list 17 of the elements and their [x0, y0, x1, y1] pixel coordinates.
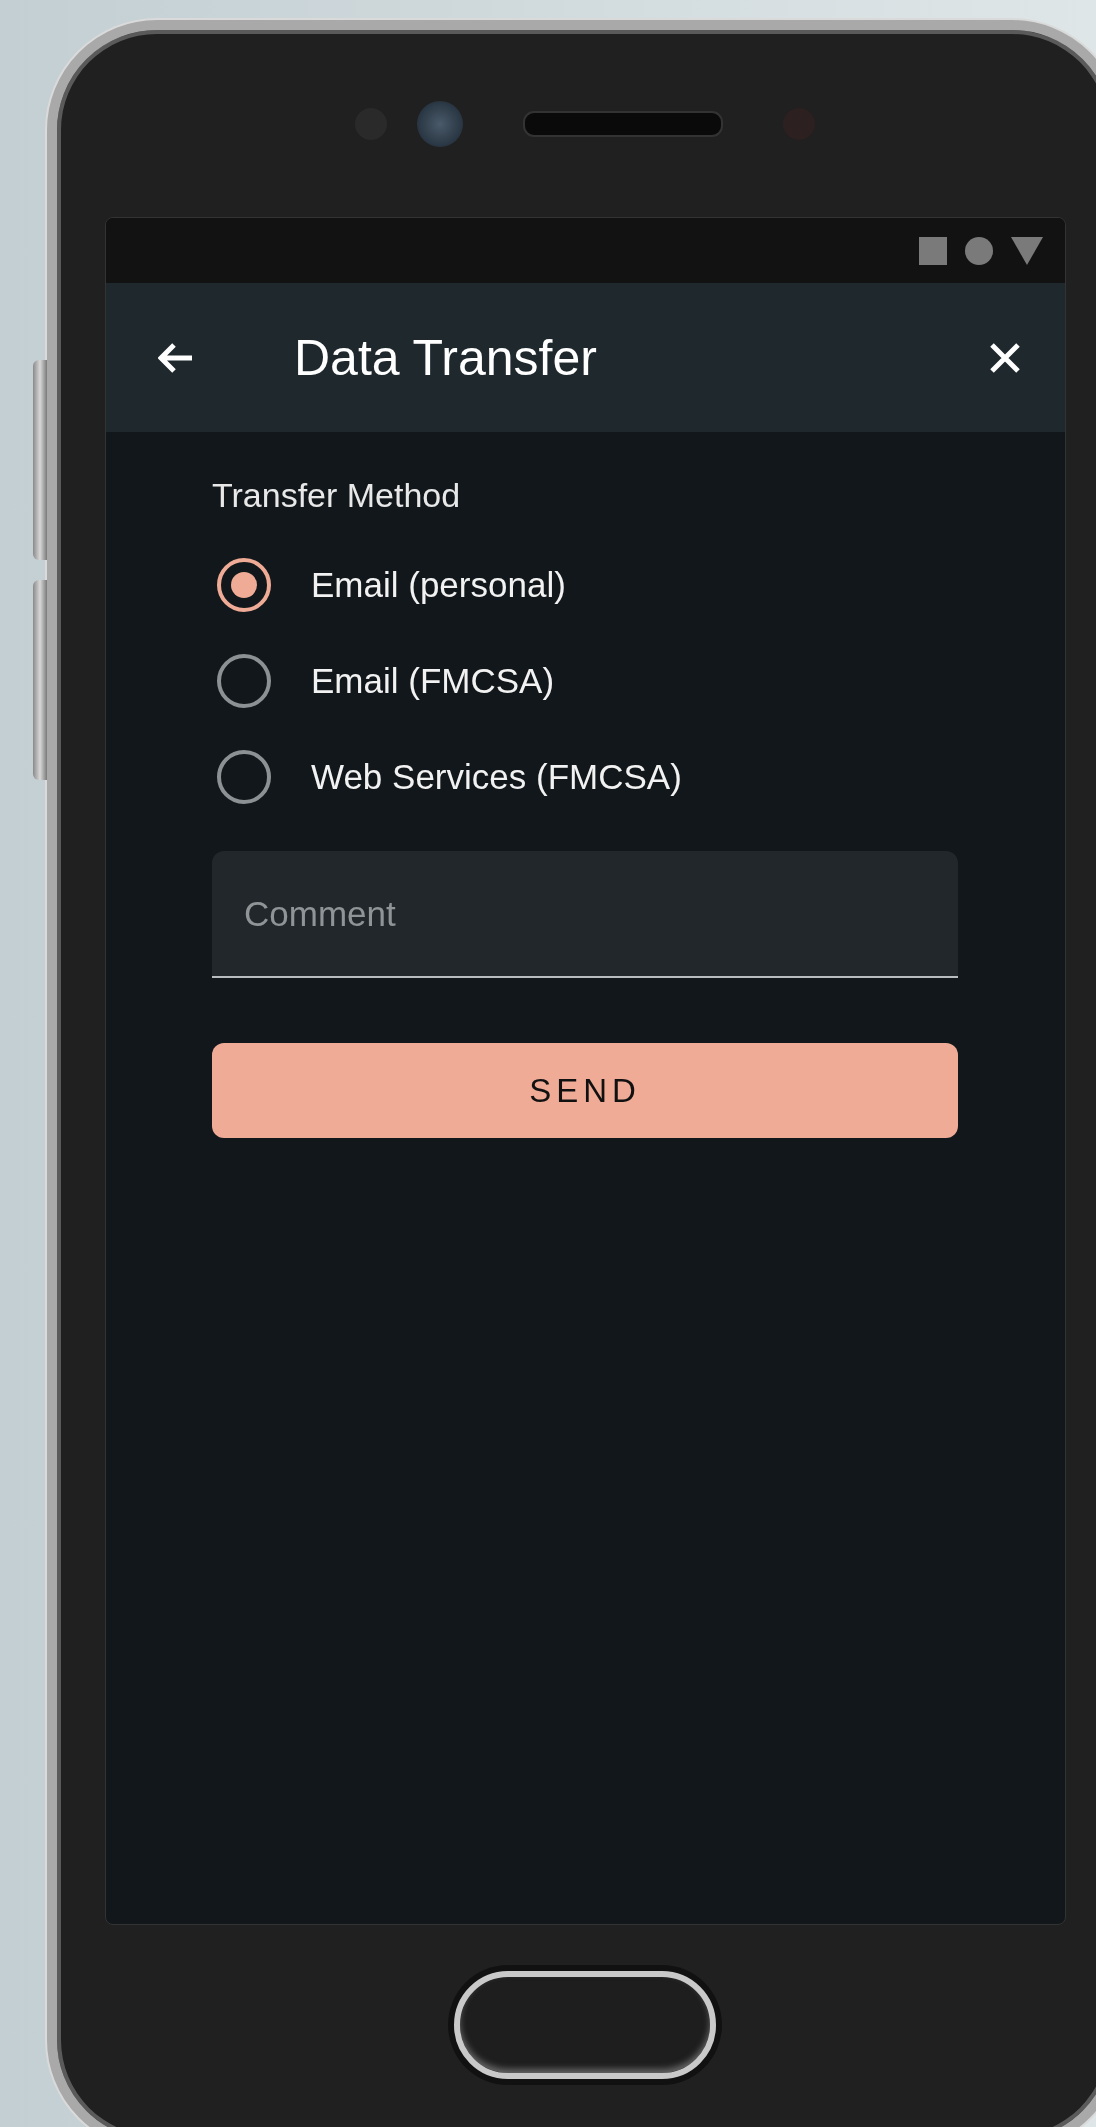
section-label: Transfer Method — [212, 476, 462, 515]
screen-title: Data Transfer — [294, 328, 598, 387]
close-button[interactable] — [989, 341, 1021, 374]
radio-button[interactable] — [217, 654, 271, 708]
option-label: Email (FMCSA) — [311, 661, 555, 701]
radio-button[interactable] — [217, 558, 271, 612]
back-button[interactable] — [158, 341, 194, 374]
triangle-icon — [1011, 236, 1043, 265]
option-label: Email (personal) — [311, 565, 566, 605]
circle-icon — [965, 236, 993, 265]
radio-button[interactable] — [217, 750, 271, 804]
send-button[interactable]: SEND — [212, 1043, 958, 1138]
close-icon — [989, 341, 1021, 374]
comment-field[interactable]: Comment — [212, 851, 958, 978]
option-label: Web Services (FMCSA) — [311, 757, 682, 797]
square-icon — [919, 236, 947, 265]
back-arrow-icon — [158, 341, 194, 374]
